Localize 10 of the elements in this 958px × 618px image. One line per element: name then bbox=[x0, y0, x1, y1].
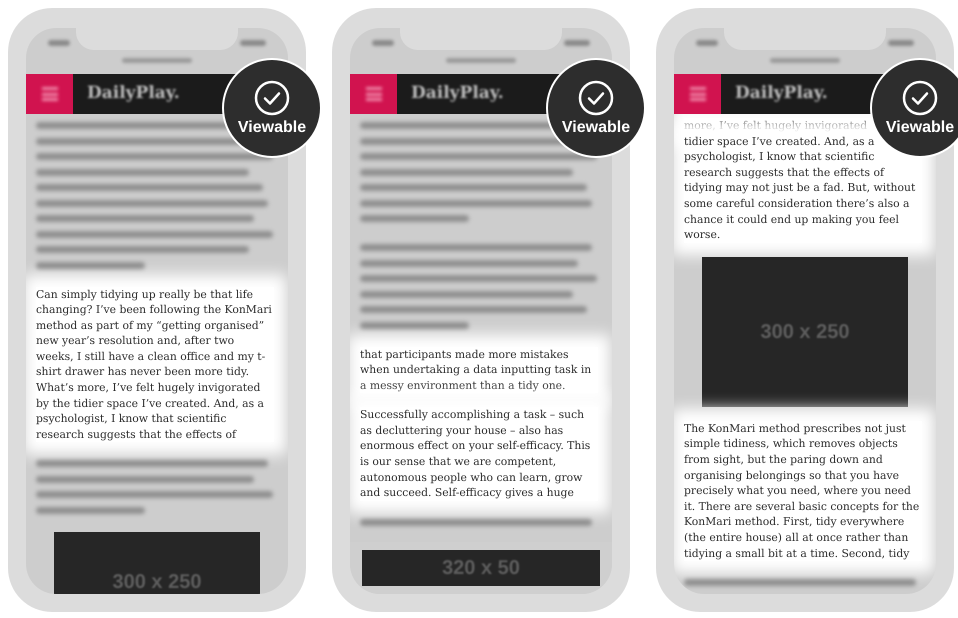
badge-label: Viewable bbox=[238, 120, 306, 136]
badge-label: Viewable bbox=[562, 120, 630, 136]
article-paragraph: tidier space I’ve created. And, as a psychologist, I know that scientific research suggests that the effects of tidying may not just be a fad. But, without some careful consideration there’s also a chance it could end up making you feel worse. bbox=[684, 134, 922, 243]
article-paragraph: The KonMari method prescribes not just simple tidiness, which removes objects from sight, but the paring down and organising belongings so that you have precisely what you need, where you need it. There are several basic concepts for the KonMari method. First, tidy everywhere (the entire house) all at once rather than tidying a small bit at a time. Second, tidy bbox=[684, 420, 922, 562]
article-paragraph: Successfully accomplishing a task – such as decluttering your house – also has enormous effect on your self-efficacy. This is our sense that we are competent, autonomous people who can learn, grow and succeed. Self-efficacy gives a huge bbox=[360, 407, 598, 501]
site-logo: DailyPlay. bbox=[735, 82, 828, 106]
site-logo: DailyPlay. bbox=[411, 82, 504, 106]
site-logo: DailyPlay. bbox=[87, 82, 180, 106]
article-paragraph: that participants made more mistakes when undertaking a data inputting task in a messy environment than a tidy one. bbox=[360, 346, 598, 394]
article-paragraph: Can simply tidying up really be that life changing? I’ve been following the KonMari method as part of my “getting organised” new year’s resolution and, after two weeks, I still have a clean office and my t-shirt drawer has never been more tidy. What’s more, I’ve felt hugely invigorated by the tidier space I’ve created. And, as a psychologist, I know that scientific research suggests that the effects of bbox=[36, 286, 274, 442]
